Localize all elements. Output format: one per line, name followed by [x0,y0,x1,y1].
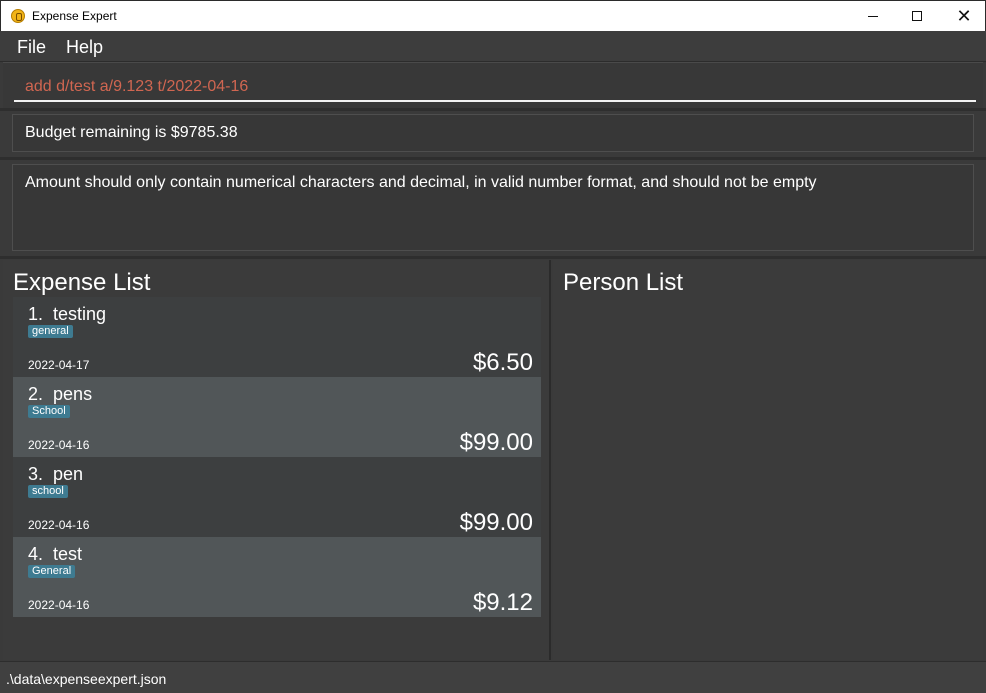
menu-file[interactable]: File [17,37,46,58]
app-coin-icon [11,9,25,23]
expense-tag: general [28,325,73,338]
expense-date: 2022-04-17 [28,358,90,372]
budget-display: Budget remaining is $9785.38 [12,114,974,152]
divider [0,157,986,160]
window-title: Expense Expert [32,9,117,23]
command-input[interactable]: add d/test a/9.123 t/2022-04-16 [25,78,248,96]
expense-card[interactable]: 1. testing general 2022-04-17 $6.50 [13,297,541,377]
command-input-underline [14,100,976,102]
expense-amount: $99.00 [459,429,533,456]
status-bar: .\data\expenseexpert.json [0,661,986,693]
expense-name: 1. testing [28,304,107,324]
result-display[interactable]: Amount should only contain numerical cha… [12,164,974,251]
command-box[interactable]: add d/test a/9.123 t/2022-04-16 [3,62,983,108]
data-file-path: .\data\expenseexpert.json [6,671,167,687]
divider [0,108,986,111]
expense-list-panel: Expense List 1. testing general 2022-04-… [3,260,551,660]
person-list-panel: Person List [553,260,983,660]
expense-date: 2022-04-16 [28,438,90,452]
expense-list-title: Expense List [13,269,151,296]
expense-tag: school [28,485,68,498]
title-bar: Expense Expert ✕ [0,0,986,31]
result-text: Amount should only contain numerical cha… [25,174,817,191]
menu-help[interactable]: Help [66,37,103,58]
expense-card[interactable]: 4. test General 2022-04-16 $9.12 [13,537,541,617]
minimize-icon [868,15,878,17]
maximize-icon [912,11,922,21]
expense-card[interactable]: 2. pens School 2022-04-16 $99.00 [13,377,541,457]
budget-text: Budget remaining is $9785.38 [25,124,238,141]
expense-name: 3. pen [28,464,84,484]
expense-card[interactable]: 3. pen school 2022-04-16 $99.00 [13,457,541,537]
expense-name: 2. pens [28,384,93,404]
expense-tag: School [28,405,70,418]
expense-name: 4. test [28,544,83,564]
minimize-button[interactable] [850,1,896,31]
close-button[interactable]: ✕ [941,1,986,31]
expense-amount: $6.50 [472,349,533,376]
person-list-title: Person List [563,269,684,296]
expense-amount: $99.00 [459,509,533,536]
expense-tag: General [28,565,76,578]
menu-bar: File Help [0,31,986,62]
divider [0,256,986,259]
expense-amount: $9.12 [472,589,533,616]
maximize-button[interactable] [894,1,940,31]
expense-date: 2022-04-16 [28,518,90,532]
close-icon: ✕ [956,6,972,26]
expense-date: 2022-04-16 [28,598,90,612]
